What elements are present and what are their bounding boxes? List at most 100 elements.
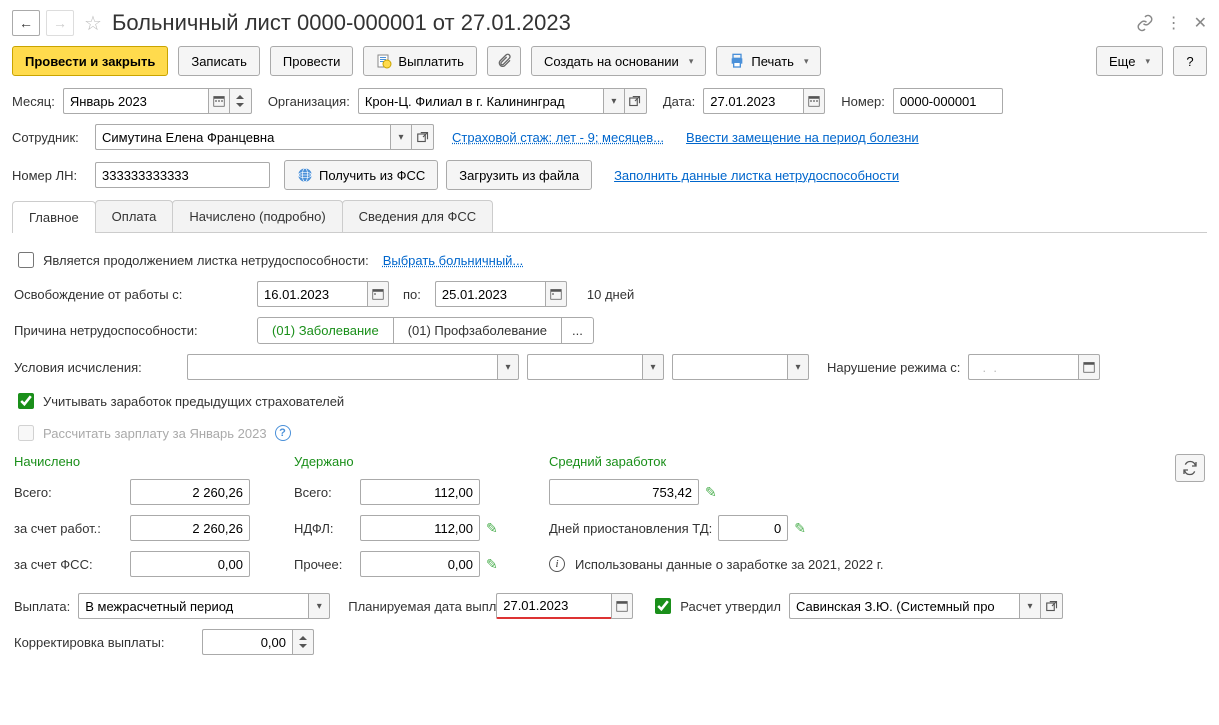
date-field[interactable] [703,88,825,114]
select-sicklist-link[interactable]: Выбрать больничный... [383,253,524,268]
calendar-icon[interactable] [1078,354,1100,380]
withheld-total-label: Всего: [294,485,354,500]
tab-fss-info[interactable]: Сведения для ФСС [342,200,493,232]
condition-2-field[interactable]: ▾ [527,354,664,380]
date-label: Дата: [663,94,695,109]
org-field[interactable]: ▾ [358,88,647,114]
conditions-label: Условия исчисления: [14,360,179,375]
withheld-total-field [360,479,480,505]
open-icon[interactable] [1041,593,1063,619]
favorite-star-icon[interactable]: ☆ [84,11,102,36]
plan-date-label: Планируемая дата выплаты: [348,599,488,614]
stepper-icon[interactable] [230,88,252,114]
pay-button[interactable]: Выплатить [363,46,477,76]
dropdown-icon[interactable]: ▾ [497,354,519,380]
dropdown-icon[interactable]: ▾ [390,124,412,150]
dropdown-icon[interactable]: ▾ [787,354,809,380]
fss-label: за счет ФСС: [14,557,124,572]
calendar-icon[interactable] [803,88,825,114]
employee-label: Сотрудник: [12,130,87,145]
release-to-field[interactable] [435,281,567,307]
edit-ndfl-icon[interactable]: ✎ [486,520,498,537]
approved-checkbox[interactable]: Расчет утвердил [651,595,781,617]
calendar-icon[interactable] [208,88,230,114]
reason-option-2[interactable]: (01) Профзаболевание [394,318,562,343]
dropdown-icon[interactable]: ▾ [308,593,330,619]
avg-earnings-field [549,479,699,505]
release-to-label: по: [403,287,421,302]
reason-label: Причина нетрудоспособности: [14,323,249,338]
number-field[interactable] [893,88,1003,114]
create-based-on-button[interactable]: Создать на основании [531,46,706,76]
more-button[interactable]: Еще [1096,46,1163,76]
dropdown-icon[interactable]: ▾ [1019,593,1041,619]
help-hint-icon[interactable]: ? [275,425,291,441]
calendar-icon[interactable] [611,593,633,619]
save-button[interactable]: Записать [178,46,260,76]
close-icon[interactable]: ✕ [1194,13,1207,33]
other-label: Прочее: [294,557,354,572]
release-from-field[interactable] [257,281,389,307]
forward-button[interactable]: → [46,10,74,36]
reason-more-button[interactable]: ... [562,318,593,343]
month-field[interactable] [63,88,252,114]
fill-ln-data-link[interactable]: Заполнить данные листка нетрудоспособнос… [614,168,899,183]
calendar-icon[interactable] [545,281,567,307]
violation-date-field[interactable] [968,354,1100,380]
correction-field[interactable] [202,629,314,655]
load-from-file-button[interactable]: Загрузить из файла [446,160,592,190]
plan-date-field[interactable] [496,593,633,619]
org-label: Организация: [268,94,350,109]
insurance-link[interactable]: Страховой стаж: лет - 9; месяцев... [452,130,664,145]
td-days-field [718,515,788,541]
open-icon[interactable] [625,88,647,114]
employer-label: за счет работ.: [14,521,124,536]
info-icon: i [549,556,565,572]
reason-option-1[interactable]: (01) Заболевание [258,318,394,343]
ln-number-field[interactable] [95,162,270,188]
correction-label: Корректировка выплаты: [14,635,194,650]
prev-employers-checkbox[interactable]: Учитывать заработок предыдущих страховат… [14,390,344,412]
post-and-close-button[interactable]: Провести и закрыть [12,46,168,76]
employee-field[interactable]: ▾ [95,124,434,150]
calendar-icon[interactable] [367,281,389,307]
tab-accrued-detail[interactable]: Начислено (подробно) [172,200,342,232]
is-continuation-checkbox[interactable]: Является продолжением листка нетрудоспос… [14,249,369,271]
stepper-icon[interactable] [292,629,314,655]
globe-icon [297,167,313,183]
payout-field[interactable]: ▾ [78,593,330,619]
days-count: 10 дней [587,287,634,302]
ndfl-label: НДФЛ: [294,521,354,536]
tab-payment[interactable]: Оплата [95,200,174,232]
condition-3-field[interactable]: ▾ [672,354,809,380]
get-from-fss-button[interactable]: Получить из ФСС [284,160,438,190]
print-button[interactable]: Печать [716,46,821,76]
post-button[interactable]: Провести [270,46,354,76]
substitution-link[interactable]: Ввести замещение на период болезни [686,130,919,145]
tab-main[interactable]: Главное [12,201,96,233]
dropdown-icon[interactable]: ▾ [603,88,625,114]
other-field [360,551,480,577]
printer-icon [729,53,745,69]
kebab-menu-icon[interactable]: ⋮ [1166,13,1182,33]
help-button[interactable]: ? [1173,46,1207,76]
link-icon[interactable] [1136,14,1154,32]
accrued-header: Начислено [14,454,294,469]
condition-1-field[interactable]: ▾ [187,354,519,380]
number-label: Номер: [841,94,885,109]
refresh-button[interactable] [1175,454,1205,482]
td-days-label: Дней приостановления ТД: [549,521,712,536]
total-label: Всего: [14,485,124,500]
edit-td-days-icon[interactable]: ✎ [794,520,806,537]
fss-amount-field [130,551,250,577]
edit-avg-icon[interactable]: ✎ [705,484,717,501]
back-button[interactable]: ← [12,10,40,36]
approved-by-field[interactable]: ▾ [789,593,1063,619]
data-used-text: Использованы данные о заработке за 2021,… [575,557,883,572]
dropdown-icon[interactable]: ▾ [642,354,664,380]
attach-button[interactable] [487,46,521,76]
open-icon[interactable] [412,124,434,150]
edit-other-icon[interactable]: ✎ [486,556,498,573]
document-icon [376,53,392,69]
payout-label: Выплата: [14,599,70,614]
